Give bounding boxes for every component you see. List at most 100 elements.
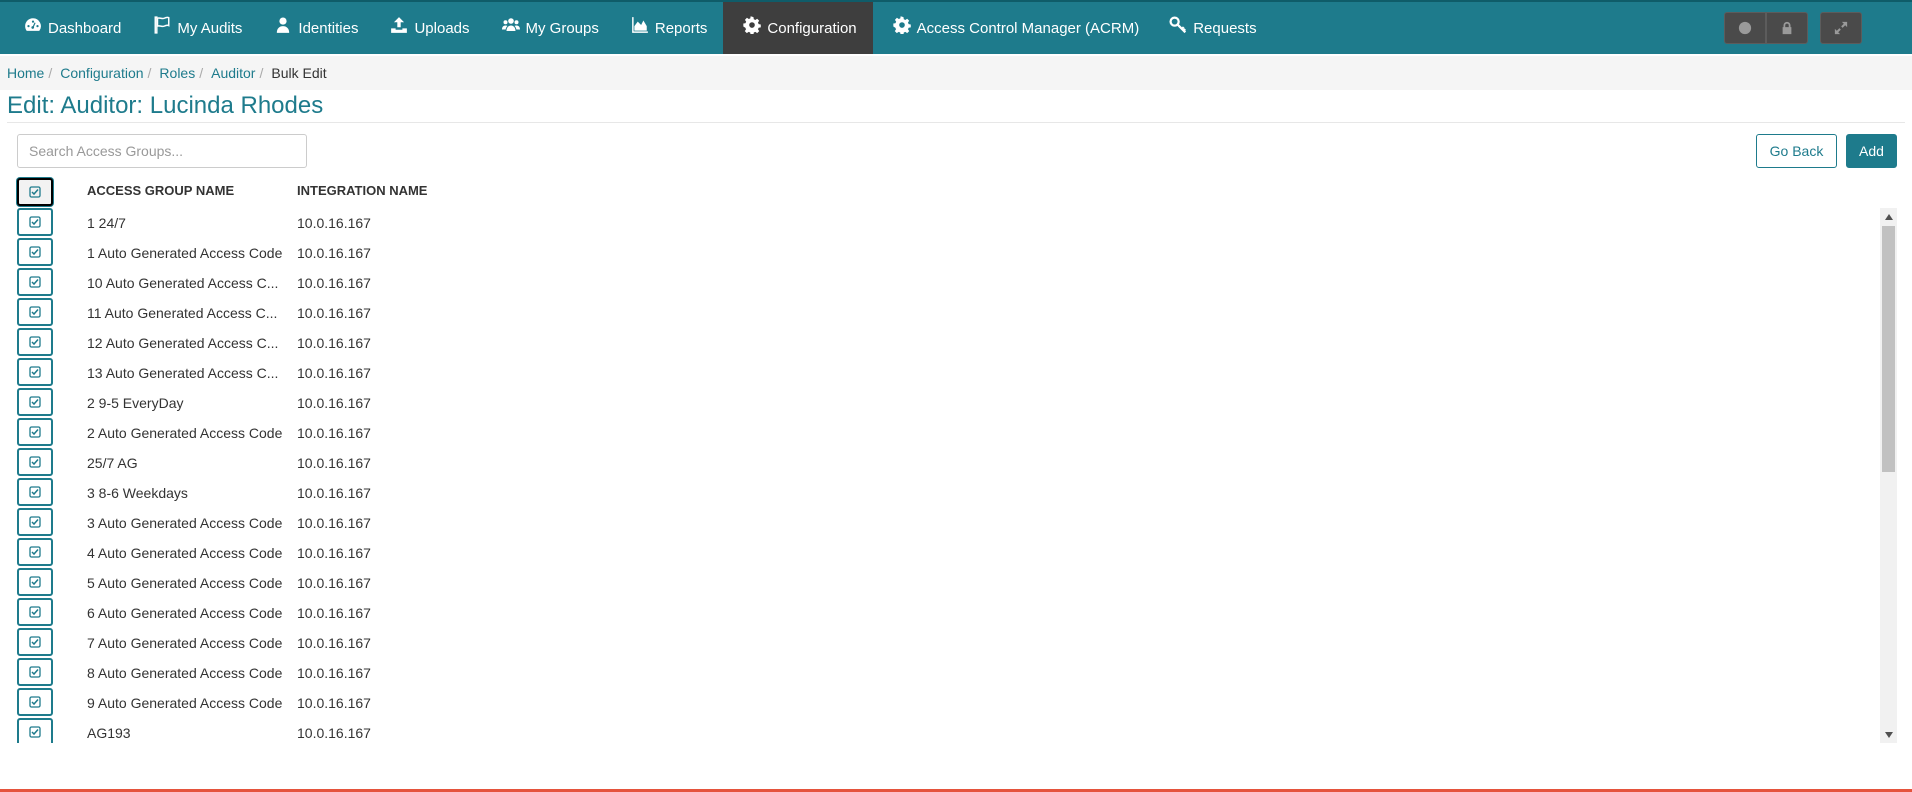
integration-name-cell: 10.0.16.167 [297, 485, 371, 501]
table-row[interactable]: 12 Auto Generated Access C... 10.0.16.167 [17, 328, 1877, 358]
caret-up-icon [1884, 213, 1893, 220]
checkbox-checked-icon [29, 366, 41, 378]
row-checkbox[interactable] [17, 208, 53, 236]
nav-item-dashboard[interactable]: Dashboard [0, 2, 137, 54]
table-row[interactable]: 2 Auto Generated Access Code 10.0.16.167 [17, 418, 1877, 448]
row-checkbox[interactable] [17, 568, 53, 596]
search-access-groups-input[interactable] [17, 134, 307, 168]
gear-icon [892, 16, 911, 35]
table-row[interactable]: 1 Auto Generated Access Code 10.0.16.167 [17, 238, 1877, 268]
table-row[interactable]: 1 24/7 10.0.16.167 [17, 208, 1877, 238]
row-checkbox[interactable] [17, 298, 53, 326]
row-checkbox[interactable] [17, 418, 53, 446]
upload-icon [390, 16, 408, 34]
checkbox-checked-icon [29, 276, 41, 288]
globe-icon [1738, 21, 1752, 35]
row-checkbox[interactable] [17, 628, 53, 656]
breadcrumb-bulk-edit: Bulk Edit [271, 65, 327, 81]
checkbox-checked-icon [29, 606, 41, 618]
users-icon [501, 16, 520, 34]
table-scrollbar[interactable] [1880, 208, 1897, 743]
nav-item-reports[interactable]: Reports [615, 2, 724, 54]
column-header-integration-name[interactable]: INTEGRATION NAME [297, 178, 427, 208]
add-button[interactable]: Add [1846, 134, 1897, 168]
table-row[interactable]: 5 Auto Generated Access Code 10.0.16.167 [17, 568, 1877, 598]
expand-button[interactable] [1820, 12, 1862, 44]
row-checkbox[interactable] [17, 358, 53, 386]
row-checkbox[interactable] [17, 328, 53, 356]
access-group-name-cell: 9 Auto Generated Access Code [87, 695, 283, 711]
table-row[interactable]: 8 Auto Generated Access Code 10.0.16.167 [17, 658, 1877, 688]
table-row[interactable]: 13 Auto Generated Access C... 10.0.16.167 [17, 358, 1877, 388]
table-row[interactable]: 3 8-6 Weekdays 10.0.16.167 [17, 478, 1877, 508]
dashboard-icon [24, 16, 42, 34]
checkbox-checked-icon [29, 216, 41, 228]
row-checkbox[interactable] [17, 508, 53, 536]
table-row[interactable]: 9 Auto Generated Access Code 10.0.16.167 [17, 688, 1877, 718]
access-group-name-cell: 12 Auto Generated Access C... [87, 335, 279, 351]
row-checkbox[interactable] [17, 268, 53, 296]
row-checkbox[interactable] [17, 538, 53, 566]
nav-label: Configuration [767, 19, 857, 37]
table-row[interactable]: 4 Auto Generated Access Code 10.0.16.167 [17, 538, 1877, 568]
breadcrumb-configuration[interactable]: Configuration [60, 65, 143, 81]
nav-item-configuration[interactable]: Configuration [723, 2, 873, 54]
checkbox-checked-icon [29, 336, 41, 348]
column-header-access-group-name[interactable]: ACCESS GROUP NAME [87, 178, 234, 208]
table-row[interactable]: 10 Auto Generated Access C... 10.0.16.167 [17, 268, 1877, 298]
checkbox-checked-icon [29, 726, 41, 738]
row-checkbox[interactable] [17, 718, 53, 743]
lock-icon [1782, 21, 1792, 35]
globe-button[interactable] [1724, 12, 1766, 44]
row-checkbox[interactable] [17, 598, 53, 626]
integration-name-cell: 10.0.16.167 [297, 725, 371, 741]
table-header: ACCESS GROUP NAME INTEGRATION NAME [17, 178, 1897, 208]
table-body: 1 24/7 10.0.16.167 1 Auto Generated Access… [17, 208, 1887, 743]
checkbox-checked-icon [29, 306, 41, 318]
nav-item-acrm[interactable]: Access Control Manager (ACRM) [873, 2, 1156, 54]
integration-name-cell: 10.0.16.167 [297, 545, 371, 561]
scroll-down-arrow[interactable] [1880, 726, 1897, 743]
scroll-up-arrow[interactable] [1880, 208, 1897, 225]
nav-item-my-groups[interactable]: My Groups [486, 2, 615, 54]
table-row[interactable]: AG193 10.0.16.167 [17, 718, 1877, 743]
table-row[interactable]: 25/7 AG 10.0.16.167 [17, 448, 1877, 478]
table-row[interactable]: 3 Auto Generated Access Code 10.0.16.167 [17, 508, 1877, 538]
user-icon [274, 16, 292, 34]
breadcrumb-auditor[interactable]: Auditor [211, 65, 255, 81]
scrollbar-thumb[interactable] [1882, 226, 1895, 472]
nav-label: My Groups [525, 19, 599, 37]
breadcrumb-roles[interactable]: Roles [159, 65, 195, 81]
navbar-right-controls [1712, 12, 1862, 44]
integration-name-cell: 10.0.16.167 [297, 665, 371, 681]
nav-item-uploads[interactable]: Uploads [374, 2, 485, 54]
nav-label: Uploads [414, 19, 470, 37]
breadcrumb-separator: / [48, 65, 53, 81]
table-row[interactable]: 2 9-5 EveryDay 10.0.16.167 [17, 388, 1877, 418]
row-checkbox[interactable] [17, 388, 53, 416]
breadcrumb-home[interactable]: Home [7, 65, 44, 81]
navbar-button-group [1724, 12, 1808, 44]
go-back-button[interactable]: Go Back [1756, 134, 1837, 168]
row-checkbox[interactable] [17, 448, 53, 476]
checkbox-checked-icon [29, 516, 41, 528]
page-title: Edit: Auditor: Lucinda Rhodes [7, 92, 324, 119]
row-checkbox[interactable] [17, 658, 53, 686]
nav-item-identities[interactable]: Identities [258, 2, 374, 54]
row-checkbox[interactable] [17, 688, 53, 716]
integration-name-cell: 10.0.16.167 [297, 395, 371, 411]
table-row[interactable]: 11 Auto Generated Access C... 10.0.16.167 [17, 298, 1877, 328]
select-all-checkbox[interactable] [17, 178, 53, 206]
nav-item-requests[interactable]: Requests [1155, 2, 1272, 54]
checkbox-checked-icon [29, 186, 41, 198]
row-checkbox[interactable] [17, 238, 53, 266]
expand-icon [1834, 21, 1848, 35]
flag-icon [153, 16, 171, 34]
nav-item-my-audits[interactable]: My Audits [137, 2, 258, 54]
table-row[interactable]: 7 Auto Generated Access Code 10.0.16.167 [17, 628, 1877, 658]
access-group-name-cell: 4 Auto Generated Access Code [87, 545, 283, 561]
row-checkbox[interactable] [17, 478, 53, 506]
table-row[interactable]: 6 Auto Generated Access Code 10.0.16.167 [17, 598, 1877, 628]
navbar-button-group-2 [1820, 12, 1862, 44]
lock-button[interactable] [1766, 12, 1808, 44]
